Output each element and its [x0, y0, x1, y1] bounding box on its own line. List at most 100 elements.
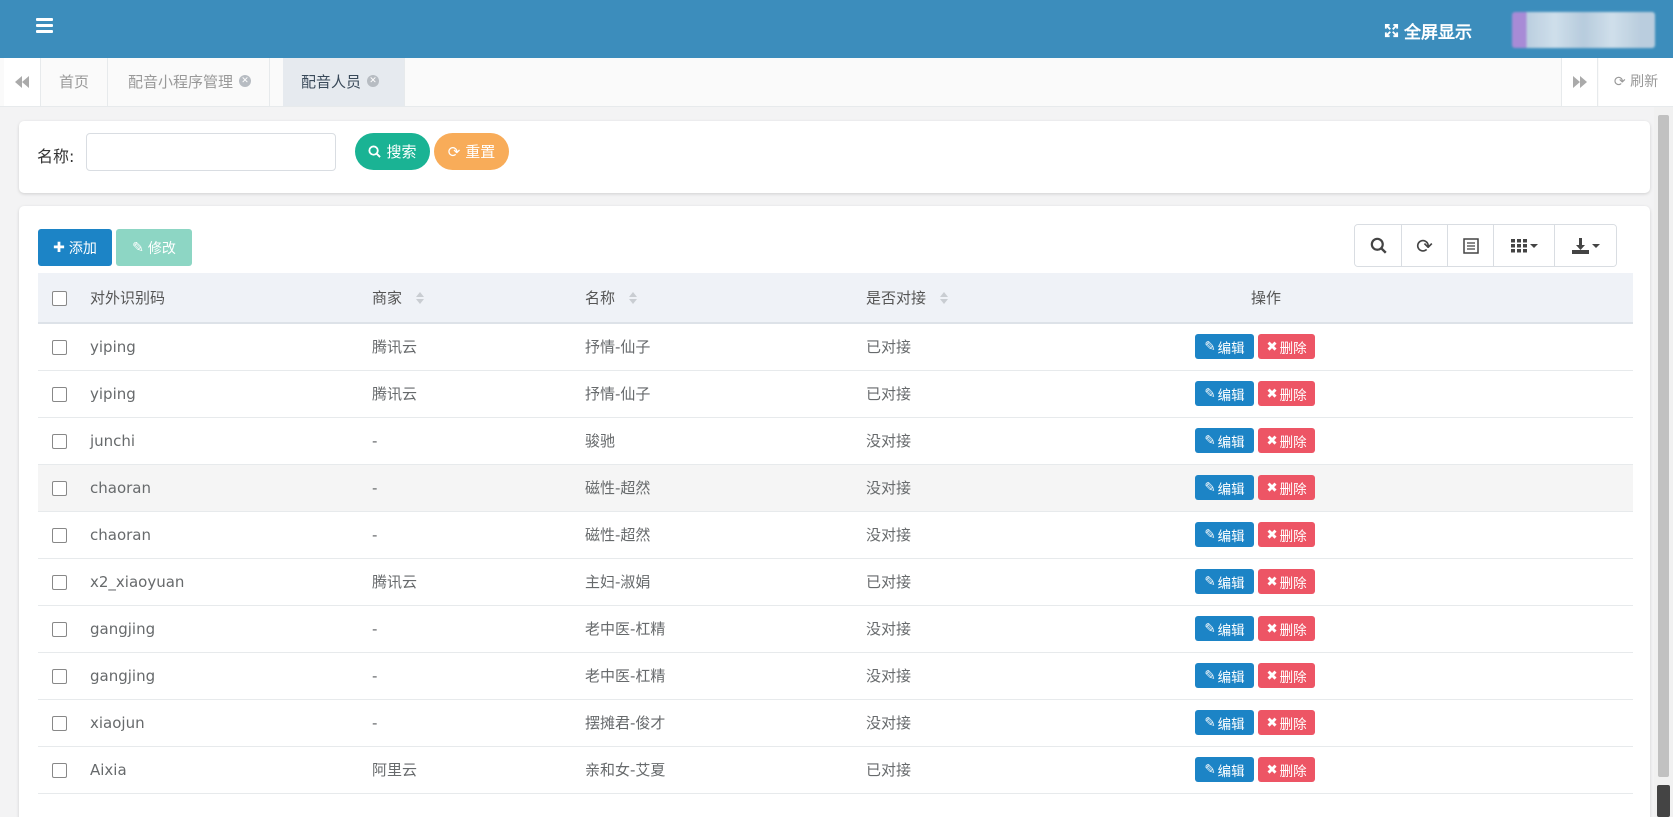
- table-row[interactable]: Aixia 阿里云 亲和女-艾夏 已对接 ✎ 编辑 ✖ 删除: [38, 746, 1633, 794]
- tab-bar: 首页 配音小程序管理 ✕ 配音人员 ✕ ⟳ 刷新: [0, 58, 1673, 107]
- hamburger-icon[interactable]: [36, 18, 53, 34]
- tab-home-label: 首页: [59, 73, 90, 91]
- row-edit-button[interactable]: ✎ 编辑: [1195, 616, 1254, 641]
- toggle-view-button[interactable]: [1448, 225, 1494, 266]
- row-select-cell: [38, 417, 90, 465]
- row-delete-button[interactable]: ✖ 删除: [1258, 710, 1315, 735]
- name-filter-input[interactable]: [86, 133, 336, 171]
- cell-code: Aixia: [90, 746, 372, 794]
- refresh-icon: ⟳: [1416, 233, 1433, 258]
- columns-dropdown-button[interactable]: [1494, 225, 1555, 266]
- row-edit-button[interactable]: ✎ 编辑: [1195, 710, 1254, 735]
- tab-miniprogram-management[interactable]: 配音小程序管理 ✕: [110, 58, 271, 106]
- cell-status: 已对接: [866, 323, 1195, 371]
- name-filter-label: 名称:: [37, 147, 75, 166]
- scrollbar-handle[interactable]: [1657, 785, 1670, 817]
- close-icon: ✖: [1266, 667, 1278, 684]
- table-row[interactable]: xiaojun - 摆摊君-俊才 没对接 ✎ 编辑 ✖ 删除: [38, 699, 1633, 747]
- row-edit-button[interactable]: ✎ 编辑: [1195, 381, 1254, 406]
- close-tab-icon[interactable]: ✕: [367, 74, 380, 87]
- row-edit-button[interactable]: ✎ 编辑: [1195, 663, 1254, 688]
- select-all-checkbox[interactable]: [52, 290, 67, 306]
- table-row[interactable]: gangjing - 老中医-杠精 没对接 ✎ 编辑 ✖ 删除: [38, 605, 1633, 653]
- row-delete-button[interactable]: ✖ 删除: [1258, 428, 1315, 453]
- edit-icon: ✎: [1204, 526, 1216, 543]
- close-icon: ✖: [1266, 479, 1278, 496]
- row-edit-button[interactable]: ✎ 编辑: [1195, 522, 1254, 547]
- row-edit-button[interactable]: ✎ 编辑: [1195, 569, 1254, 594]
- search-button-label: 搜索: [386, 143, 417, 161]
- tab-scroll-right-button[interactable]: [1561, 58, 1598, 106]
- row-select-cell: [38, 746, 90, 794]
- row-delete-button[interactable]: ✖ 删除: [1258, 522, 1315, 547]
- row-edit-label: 编辑: [1217, 622, 1245, 639]
- columns-icon: [1510, 238, 1527, 252]
- edit-button[interactable]: ✎ 修改: [116, 229, 192, 266]
- table-row[interactable]: gangjing - 老中医-杠精 没对接 ✎ 编辑 ✖ 删除: [38, 652, 1633, 700]
- cell-actions: ✎ 编辑 ✖ 删除: [1195, 746, 1633, 794]
- table-row[interactable]: chaoran - 磁性-超然 没对接 ✎ 编辑 ✖ 删除: [38, 511, 1633, 559]
- edit-icon: ✎: [1204, 761, 1216, 778]
- table-row[interactable]: junchi - 骏驰 没对接 ✎ 编辑 ✖ 删除: [38, 417, 1633, 465]
- row-checkbox[interactable]: [52, 574, 67, 590]
- row-checkbox[interactable]: [52, 715, 67, 731]
- row-delete-button[interactable]: ✖ 删除: [1258, 616, 1315, 641]
- scrollbar-thumb[interactable]: [1658, 115, 1669, 777]
- page-scrollbar[interactable]: [1654, 107, 1673, 817]
- row-checkbox[interactable]: [52, 433, 67, 449]
- row-edit-label: 编辑: [1217, 575, 1245, 592]
- row-checkbox[interactable]: [52, 668, 67, 684]
- double-chevron-left-icon: [15, 76, 29, 88]
- cell-status: 已对接: [866, 746, 1195, 794]
- row-checkbox[interactable]: [52, 762, 67, 778]
- row-edit-label: 编辑: [1217, 481, 1245, 498]
- close-tab-icon[interactable]: ✕: [239, 74, 252, 87]
- row-edit-button[interactable]: ✎ 编辑: [1195, 428, 1254, 453]
- row-edit-button[interactable]: ✎ 编辑: [1195, 475, 1254, 500]
- row-select-cell: [38, 605, 90, 653]
- reset-button[interactable]: ⟳ 重置: [434, 133, 509, 170]
- row-checkbox[interactable]: [52, 527, 67, 543]
- user-avatar-blurred[interactable]: [1512, 12, 1655, 48]
- row-delete-button[interactable]: ✖ 删除: [1258, 569, 1315, 594]
- row-checkbox[interactable]: [52, 386, 67, 402]
- sort-icon: [629, 291, 638, 304]
- column-header-merchant[interactable]: 商家: [372, 273, 585, 324]
- row-delete-button[interactable]: ✖ 删除: [1258, 757, 1315, 782]
- search-icon: [1370, 237, 1387, 254]
- search-button[interactable]: 搜索: [355, 133, 430, 170]
- row-delete-label: 删除: [1279, 340, 1307, 357]
- column-header-status[interactable]: 是否对接: [866, 273, 1195, 324]
- cell-merchant: -: [372, 652, 585, 700]
- row-delete-button[interactable]: ✖ 删除: [1258, 334, 1315, 360]
- cell-code: xiaojun: [90, 699, 372, 747]
- cell-name: 骏驰: [585, 417, 866, 465]
- row-edit-button[interactable]: ✎ 编辑: [1195, 757, 1254, 782]
- refresh-tab-button[interactable]: ⟳ 刷新: [1599, 58, 1673, 106]
- row-checkbox[interactable]: [52, 621, 67, 637]
- table-row[interactable]: x2_xiaoyuan 腾讯云 主妇-淑娟 已对接 ✎ 编辑 ✖ 删除: [38, 558, 1633, 606]
- column-header-name[interactable]: 名称: [585, 273, 866, 324]
- row-edit-label: 编辑: [1217, 340, 1245, 357]
- tab-home[interactable]: 首页: [41, 58, 109, 106]
- row-edit-label: 编辑: [1217, 528, 1245, 545]
- tab-scroll-left-button[interactable]: [4, 58, 41, 106]
- tab-voice-actors[interactable]: 配音人员 ✕: [283, 58, 405, 106]
- refresh-table-button[interactable]: ⟳: [1402, 225, 1448, 266]
- add-button[interactable]: ✚ 添加: [38, 229, 112, 266]
- table-row[interactable]: yiping 腾讯云 抒情-仙子 已对接 ✎ 编辑 ✖ 删除: [38, 370, 1633, 418]
- row-delete-button[interactable]: ✖ 删除: [1258, 663, 1315, 688]
- toggle-search-button[interactable]: [1355, 225, 1402, 266]
- column-header-code[interactable]: 对外识别码: [90, 273, 372, 324]
- row-delete-button[interactable]: ✖ 删除: [1258, 475, 1315, 500]
- table-row[interactable]: yiping 腾讯云 抒情-仙子 已对接 ✎ 编辑 ✖ 删除: [38, 323, 1633, 371]
- export-dropdown-button[interactable]: [1555, 225, 1616, 266]
- cell-merchant: 腾讯云: [372, 558, 585, 606]
- table-row[interactable]: chaoran - 磁性-超然 没对接 ✎ 编辑 ✖ 删除: [38, 464, 1633, 512]
- row-edit-button[interactable]: ✎ 编辑: [1195, 334, 1254, 360]
- fullscreen-button[interactable]: 全屏显示: [1384, 18, 1472, 43]
- row-delete-button[interactable]: ✖ 删除: [1258, 381, 1315, 406]
- row-checkbox[interactable]: [52, 339, 67, 355]
- row-checkbox[interactable]: [52, 480, 67, 496]
- cell-name: 磁性-超然: [585, 511, 866, 559]
